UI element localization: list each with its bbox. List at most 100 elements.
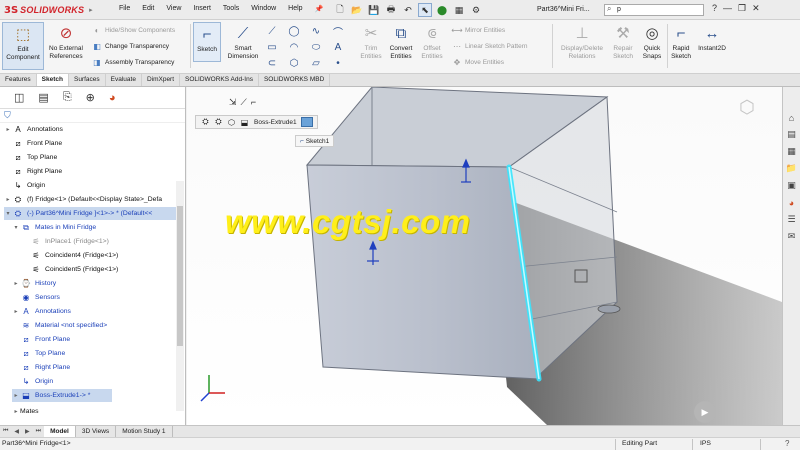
help-icon[interactable]: ? (785, 439, 789, 448)
tree-item-history[interactable]: ▸ ⌚ History (12, 277, 56, 290)
minimize-icon[interactable]: — (723, 3, 732, 14)
display-manager-icon[interactable]: ◕ (109, 92, 116, 104)
view-triad[interactable] (200, 375, 225, 402)
restore-icon[interactable]: ❐ (738, 3, 746, 14)
tree-item-boss-extrude1[interactable]: ▸ ⬓ Boss-Extrude1-> * (12, 389, 112, 402)
tree-item-origin-part[interactable]: ↳ Origin (20, 375, 54, 388)
arc-icon[interactable]: ◠ (285, 40, 303, 54)
hide-show-components-button[interactable]: ◐ Hide/Show Components (92, 25, 176, 35)
tree-item-material[interactable]: ≋ Material <not specified> (20, 319, 108, 332)
file-properties-icon[interactable]: ▦ (452, 3, 466, 17)
unit-system[interactable]: IPS (700, 440, 711, 447)
design-library-icon[interactable]: ▦ (785, 145, 799, 158)
convert-entities-button[interactable]: ⧉ Convert Entities (385, 22, 417, 60)
expand-icon[interactable]: ▸ (12, 308, 20, 315)
expand-arrow-icon[interactable]: ▸ (89, 6, 93, 14)
move-triad-icon[interactable]: ⇲ (229, 97, 237, 108)
expand-icon[interactable]: ▸ (12, 280, 20, 287)
mini-fridge-model[interactable] (187, 87, 782, 425)
assembly-icon[interactable]: ⛭ (200, 117, 211, 128)
sketch-button[interactable]: ⌐ Sketch (193, 22, 221, 62)
filter-icon[interactable]: ⛉ (4, 110, 11, 121)
tree-item-origin[interactable]: ↳ Origin (12, 179, 46, 192)
slot-icon[interactable]: ⊂ (263, 56, 281, 70)
feature-icon[interactable]: ⬓ (239, 117, 250, 128)
trim-entities-button[interactable]: ✂ Trim Entities (356, 22, 386, 60)
point-icon[interactable]: • (329, 56, 347, 70)
breadcrumb-face-icon[interactable] (300, 117, 313, 127)
next-tab-icon[interactable]: ▶ (22, 428, 33, 435)
collapse-icon[interactable]: ▾ (12, 224, 20, 231)
scrollbar-thumb[interactable] (177, 206, 183, 346)
tree-item-top-plane-part[interactable]: ⧄ Top Plane (20, 347, 65, 360)
repair-sketch-button[interactable]: ⚒ Repair Sketch (609, 22, 637, 60)
new-document-icon[interactable]: 🗋 (333, 3, 347, 17)
spline-icon[interactable]: ∿ (307, 24, 325, 38)
tab-mbd[interactable]: SOLIDWORKS MBD (259, 74, 331, 86)
breadcrumb-sketch[interactable]: ⌐ Sketch1 (295, 135, 335, 147)
pin-icon[interactable]: 📌 (309, 5, 330, 13)
menu-view[interactable]: View (160, 5, 187, 13)
display-delete-relations-button[interactable]: ⊥ Display/Delete Relations (556, 22, 608, 60)
prev-tab-icon[interactable]: ◀ (11, 428, 22, 435)
property-manager-icon[interactable]: ▤ (38, 91, 48, 104)
menu-help[interactable]: Help (282, 5, 308, 13)
configuration-manager-icon[interactable]: ⎘ (63, 91, 72, 104)
custom-properties-icon[interactable]: ☰ (785, 213, 799, 226)
tab-motion-study[interactable]: Motion Study 1 (116, 426, 173, 437)
breadcrumb-feature[interactable]: Boss-Extrude1 (252, 119, 299, 126)
print-icon[interactable]: 🖶 (384, 3, 398, 17)
dimxpert-manager-icon[interactable]: ⊕ (86, 91, 95, 104)
tree-item-part36[interactable]: ▾ ⛭ (-) Part36^Mini Fridge ]<1>-> * (Def… (4, 207, 176, 220)
tab-dimxpert[interactable]: DimXpert (142, 74, 181, 86)
resources-icon[interactable]: ▤ (785, 128, 799, 141)
expand-icon[interactable]: ▸ (4, 126, 12, 133)
assembly-transparency-button[interactable]: ◨ Assembly Transparency (92, 57, 174, 67)
undo-icon[interactable]: ↶ (401, 3, 415, 17)
feature-manager-icon[interactable]: ◫ (14, 91, 24, 104)
rectangle-icon[interactable]: ▭ (263, 40, 281, 54)
linear-sketch-pattern-button[interactable]: ⋯ Linear Sketch Pattern (452, 41, 528, 51)
change-transparency-button[interactable]: ◧ Change Transparency (92, 41, 169, 51)
smart-dimension-mini-icon[interactable]: ⟋ (241, 97, 247, 108)
home-icon[interactable]: ⌂ (785, 111, 799, 124)
first-tab-icon[interactable]: ⏮ (0, 428, 11, 435)
tree-item-mates[interactable]: ▾ ⧉ Mates in Mini Fridge (12, 221, 96, 234)
sketch-mini-icon[interactable]: ⌐ (251, 97, 256, 108)
edit-component-button[interactable]: ⬚ Edit Component (2, 22, 44, 70)
fillet-icon[interactable]: ⌒ (329, 24, 347, 39)
sketch-text-icon[interactable]: A (329, 40, 347, 54)
tree-item-front-plane[interactable]: ⧄ Front Plane (12, 137, 62, 150)
no-external-references-button[interactable]: ⊘ No External References (47, 22, 85, 60)
tree-item-right-plane-part[interactable]: ⧄ Right Plane (20, 361, 70, 374)
tree-item-coincident5[interactable]: ⚟ Coincident5 (Fridge<1>) (30, 263, 118, 276)
rapid-sketch-button[interactable]: ⌐ Rapid Sketch (668, 22, 694, 60)
close-icon[interactable]: ✕ (752, 3, 760, 14)
component-icon[interactable]: ⛭ (213, 117, 224, 128)
appearances-icon[interactable]: ◕ (785, 196, 799, 209)
polygon-icon[interactable]: ⬡ (285, 56, 303, 70)
expand-icon[interactable]: ▸ (4, 196, 12, 203)
tree-scrollbar[interactable] (176, 181, 184, 411)
menu-window[interactable]: Window (245, 5, 282, 13)
tab-addins[interactable]: SOLIDWORKS Add-Ins (180, 74, 259, 86)
rebuild-icon[interactable]: ⬤ (435, 3, 449, 17)
menu-file[interactable]: File (113, 5, 136, 13)
view-orientation-icon[interactable]: ⬡ (739, 97, 755, 118)
tree-item-front-plane-part[interactable]: ⧄ Front Plane (20, 333, 70, 346)
tab-model[interactable]: Model (44, 426, 76, 437)
offset-entities-button[interactable]: ⟃ Offset Entities (417, 22, 447, 60)
tab-evaluate[interactable]: Evaluate (106, 74, 142, 86)
search-input[interactable]: ⌕ p (604, 4, 704, 16)
tree-item-inplace1[interactable]: ⚟ InPlace1 (Fridge<1>) (30, 235, 108, 248)
tree-item-sensors[interactable]: ◉ Sensors (20, 291, 60, 304)
menu-insert[interactable]: Insert (187, 5, 217, 13)
tab-3d-views[interactable]: 3D Views (76, 426, 117, 437)
quick-snaps-button[interactable]: ◎ Quick Snaps (638, 22, 666, 60)
options-gear-icon[interactable]: ⚙ (469, 3, 483, 17)
tree-item-annotations[interactable]: ▸ A Annotations (4, 123, 62, 136)
expand-icon[interactable]: ▸ (12, 392, 20, 399)
line-icon[interactable]: ⟋ (263, 24, 281, 38)
tree-item-annotations-part[interactable]: ▸ A Annotations (12, 305, 70, 318)
menu-tools[interactable]: Tools (217, 5, 245, 13)
